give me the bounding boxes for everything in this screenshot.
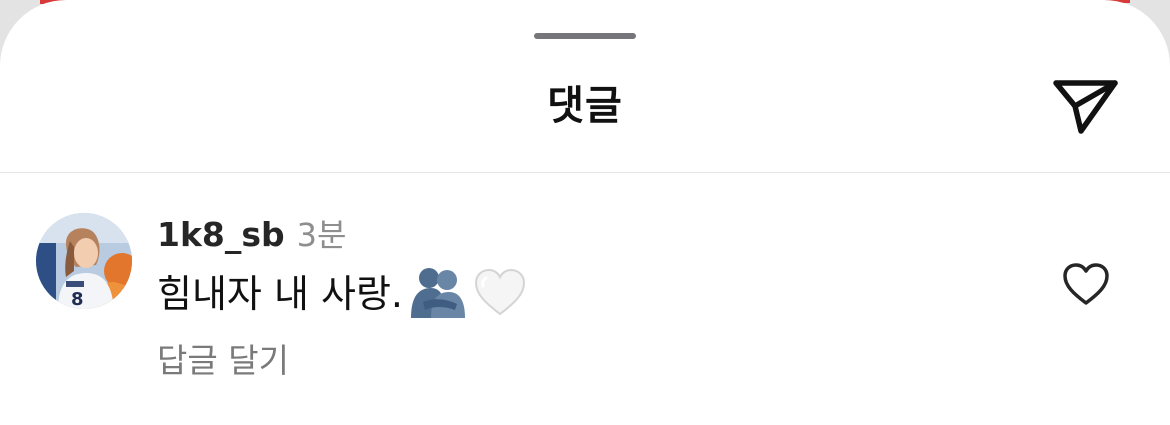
reply-button[interactable]: 답글 달기: [157, 338, 289, 384]
sheet-title: 댓글: [547, 83, 623, 129]
comment-meta: 1k8_sb 3분: [157, 212, 527, 258]
share-button[interactable]: [1048, 72, 1124, 138]
comment-text: 힘내자 내 사랑.: [157, 272, 403, 316]
comment-timestamp: 3분: [296, 216, 347, 254]
app-frame: 댓글 8 1k8_sb 3분 힘내자 내 사랑. 답글 달기: [0, 0, 1170, 425]
avatar-photo: 8: [36, 213, 132, 309]
like-button[interactable]: [1058, 258, 1114, 310]
comment-content: 힘내자 내 사랑.: [157, 264, 527, 324]
heart-outline-icon: [1063, 263, 1109, 305]
sheet-grab-handle[interactable]: [534, 33, 636, 39]
comment: 1k8_sb 3분 힘내자 내 사랑.: [157, 212, 527, 324]
people-hugging-emoji: [409, 266, 467, 322]
header-divider: [0, 172, 1170, 173]
comments-sheet: 댓글 8 1k8_sb 3분 힘내자 내 사랑. 답글 달기: [0, 0, 1170, 425]
comment-username[interactable]: 1k8_sb: [157, 212, 285, 258]
svg-text:8: 8: [71, 289, 84, 309]
white-heart-emoji: [473, 267, 527, 321]
user-avatar[interactable]: 8: [36, 213, 132, 309]
send-icon: [1053, 80, 1118, 134]
